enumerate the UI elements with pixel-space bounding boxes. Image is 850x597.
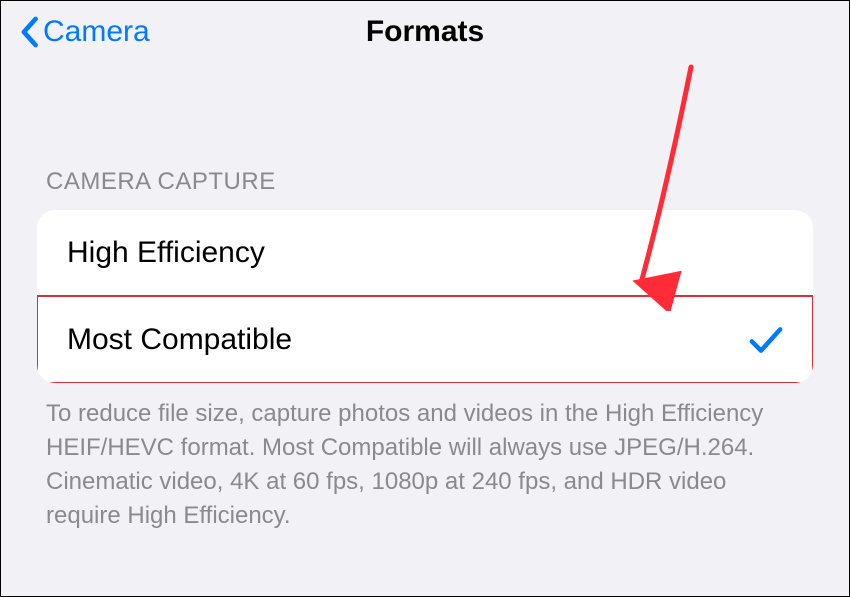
option-label: High Efficiency [67, 236, 265, 270]
footer-description: To reduce file size, capture photos and … [1, 383, 849, 533]
page-title: Formats [366, 15, 484, 49]
check-icon [749, 325, 783, 355]
chevron-left-icon [19, 16, 39, 48]
back-button[interactable]: Camera [19, 15, 150, 49]
header-bar: Camera Formats [1, 1, 849, 63]
formats-list: High Efficiency Most Compatible [37, 210, 813, 383]
option-label: Most Compatible [67, 323, 292, 357]
section-header: CAMERA CAPTURE [1, 168, 849, 196]
back-label: Camera [43, 15, 150, 49]
option-most-compatible[interactable]: Most Compatible [37, 296, 813, 383]
option-high-efficiency[interactable]: High Efficiency [37, 210, 813, 296]
